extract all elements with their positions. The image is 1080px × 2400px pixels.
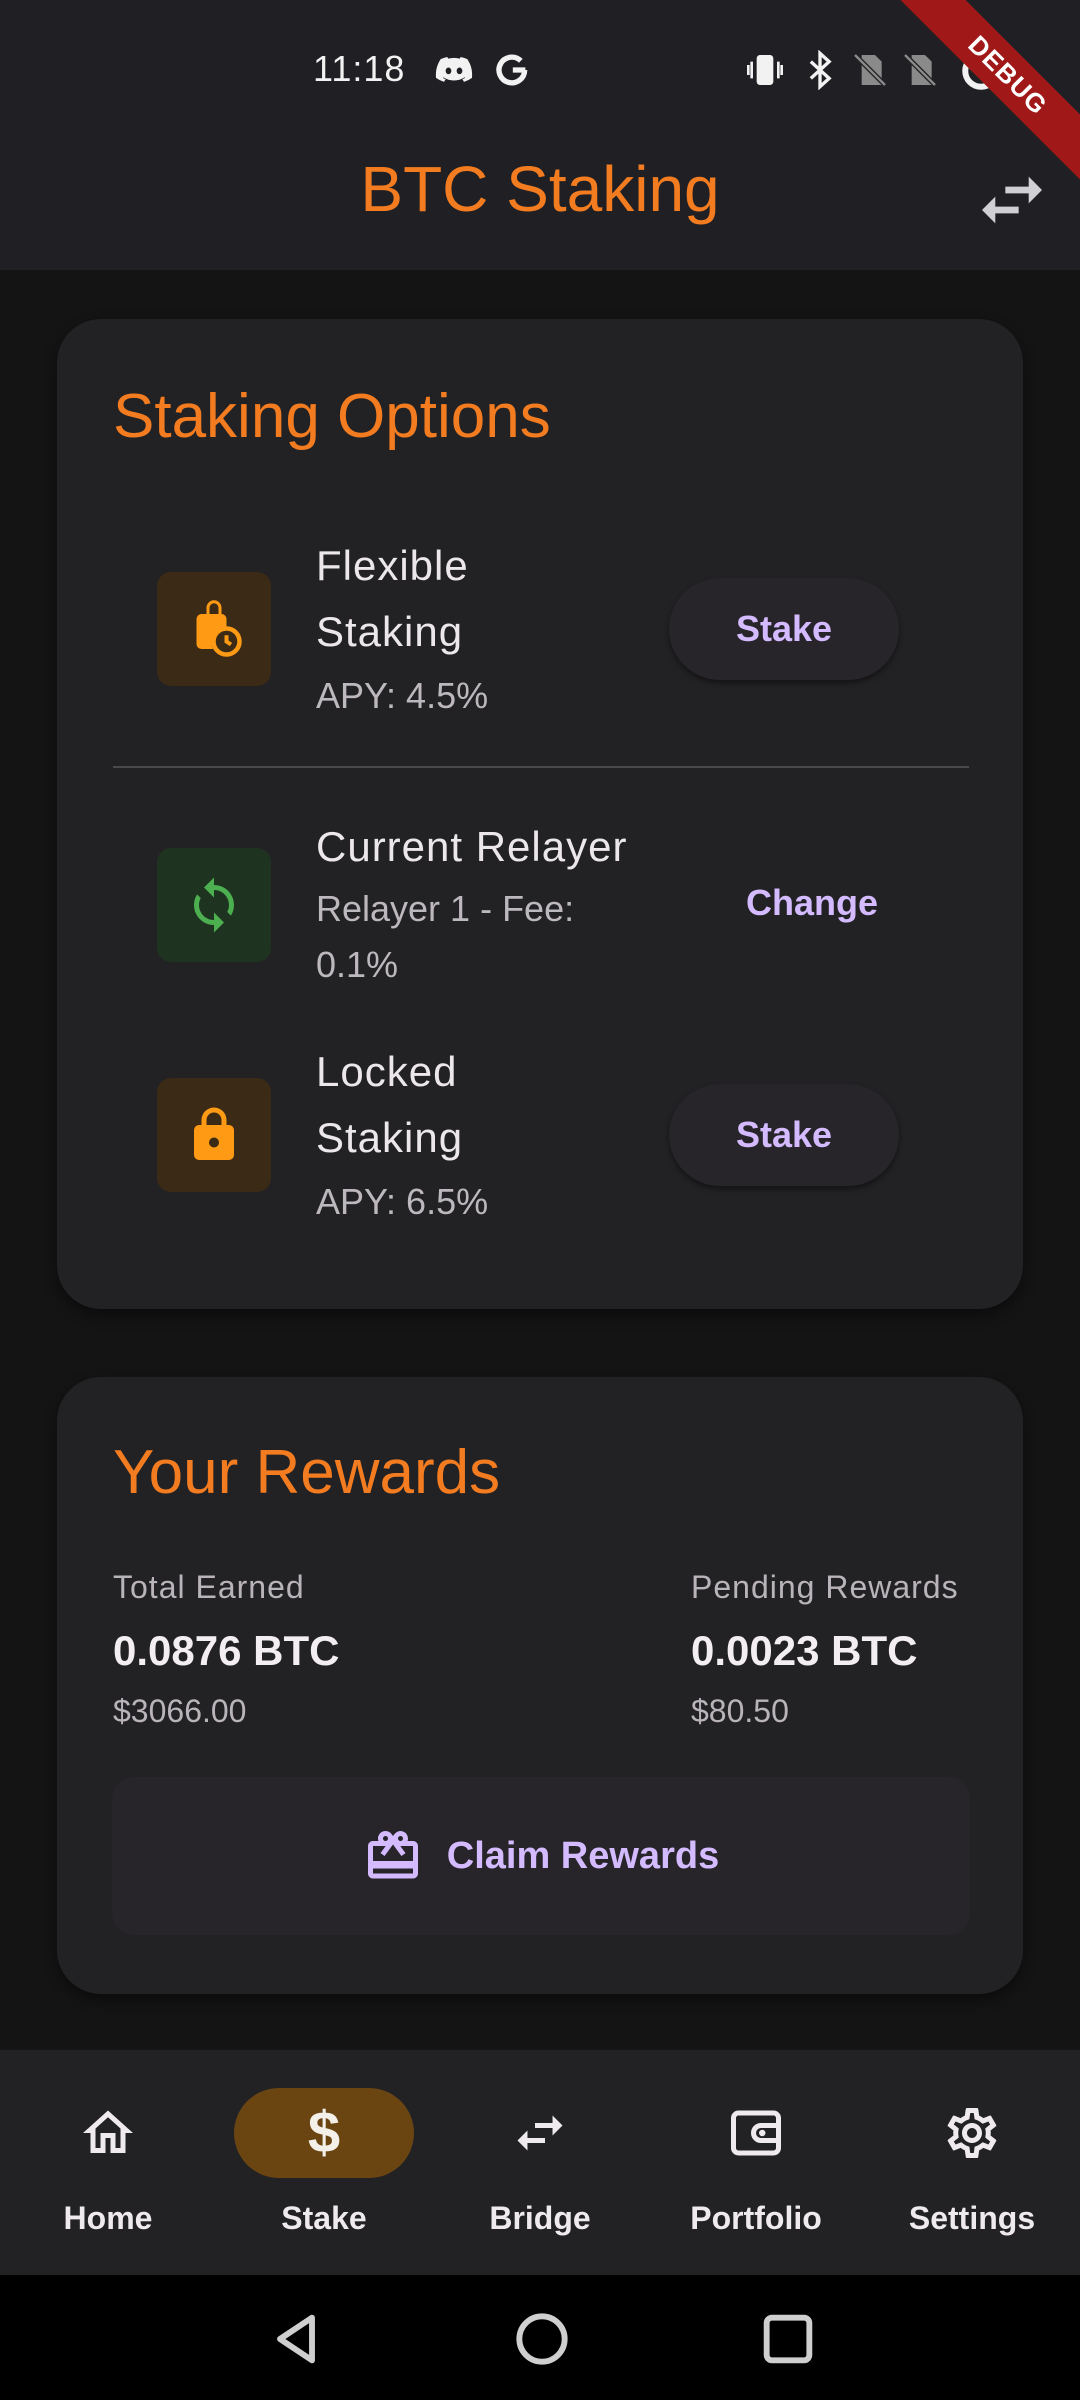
status-time: 11:18 (313, 48, 406, 89)
dollar-icon: $ (307, 2100, 341, 2165)
flexible-name-line1: Flexible (316, 542, 469, 589)
bottom-nav: Home $ Stake Bridge Portfolio Settings (0, 2050, 1080, 2275)
staking-options-card: Staking Options Flexible Staking APY: 4.… (57, 319, 1023, 1309)
sync-icon (194, 877, 234, 933)
locked-apy: APY: 6.5% (316, 1181, 489, 1222)
status-bar: 11:18 (0, 0, 1080, 130)
nav-item-bridge[interactable]: Bridge (432, 2088, 648, 2248)
nav-label-portfolio: Portfolio (690, 2200, 822, 2236)
flexible-icon-box (157, 572, 271, 686)
swap-horiz-icon (517, 2115, 563, 2151)
pending-rewards-value: 0.0023 BTC (691, 1627, 918, 1674)
system-nav-bar (0, 2275, 1080, 2400)
nav-item-home[interactable]: Home (0, 2088, 216, 2248)
nav-icon-container (882, 2088, 1062, 2178)
gear-icon (947, 2108, 997, 2158)
total-earned-usd: $3066.00 (113, 1693, 247, 1729)
flexible-apy: APY: 4.5% (316, 675, 489, 716)
nav-label-settings: Settings (908, 2200, 1036, 2236)
relayer-detail-line2: 0.1% (316, 944, 399, 985)
google-icon (496, 54, 528, 86)
nav-item-portfolio[interactable]: Portfolio (648, 2088, 864, 2248)
rewards-card: Your Rewards Total Earned 0.0876 BTC $30… (57, 1377, 1023, 1994)
locked-name-line1: Locked (316, 1048, 458, 1095)
nav-label-stake: Stake (281, 2200, 367, 2236)
recents-icon[interactable] (756, 2307, 820, 2371)
bluetooth-icon (809, 50, 832, 90)
nav-item-stake[interactable]: $ Stake (216, 2088, 432, 2248)
staking-options-title: Staking Options (113, 382, 551, 451)
locked-name-line2: Staking (316, 1114, 464, 1161)
nav-item-settings[interactable]: Settings (864, 2088, 1080, 2248)
nav-icon-container (666, 2088, 846, 2178)
vibrate-icon (747, 55, 783, 85)
home-icon (83, 2110, 133, 2153)
locked-stake-button[interactable]: Stake (669, 1084, 899, 1186)
total-earned-value: 0.0876 BTC (113, 1627, 340, 1674)
loading-icon (962, 52, 1000, 90)
discord-icon (435, 57, 473, 82)
flexible-stake-button[interactable]: Stake (669, 578, 899, 680)
app-bar: BTC Staking (0, 130, 1080, 270)
nav-icon-container (18, 2088, 198, 2178)
flexible-name-line2: Staking (316, 608, 464, 655)
nav-label-bridge: Bridge (489, 2200, 591, 2236)
nav-icon-container-active: $ (234, 2088, 414, 2178)
total-earned-label: Total Earned (113, 1569, 305, 1605)
swap-horiz-icon (982, 176, 1042, 224)
lock-icon (194, 1107, 234, 1160)
lock-clock-icon (196, 600, 242, 657)
home-circle-icon[interactable] (510, 2307, 574, 2371)
no-sim-icon (903, 53, 937, 87)
claim-rewards-button[interactable]: Claim Rewards (112, 1777, 970, 1935)
change-relayer-button[interactable]: Change (712, 863, 912, 943)
claim-rewards-label: Claim Rewards (446, 1834, 720, 1877)
nav-label-home: Home (63, 2200, 153, 2236)
no-sim-icon (853, 53, 887, 87)
pending-rewards-usd: $80.50 (691, 1693, 789, 1729)
screen: 11:18 BTC Staking DEBUG Staking Options … (0, 0, 1080, 2400)
back-icon[interactable] (264, 2307, 328, 2371)
redeem-icon (367, 1830, 418, 1879)
page-title: BTC Staking (360, 153, 720, 225)
relayer-name: Current Relayer (316, 823, 628, 870)
pending-rewards-label: Pending Rewards (691, 1569, 959, 1605)
relayer-detail-line1: Relayer 1 - Fee: (316, 888, 575, 929)
locked-icon-box (157, 1078, 271, 1192)
relayer-icon-box (157, 848, 271, 962)
rewards-title: Your Rewards (113, 1438, 501, 1507)
divider (113, 766, 969, 768)
wallet-icon (731, 2110, 781, 2156)
swap-button[interactable] (972, 160, 1052, 240)
nav-icon-container (450, 2088, 630, 2178)
